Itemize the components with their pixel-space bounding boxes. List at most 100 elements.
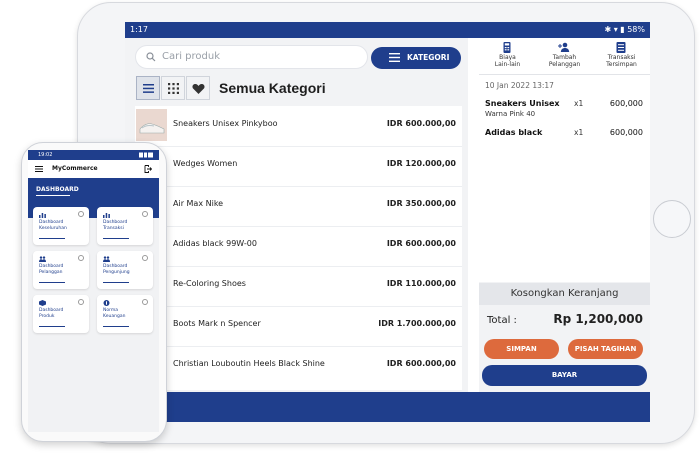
product-list: Sneakers Unisex Pinkyboo IDR 600.000,00 … xyxy=(135,106,462,390)
card-norma-keuangan[interactable]: Norma Keuangan xyxy=(97,295,153,333)
product-name: Wedges Women xyxy=(173,159,238,168)
status-bar: 1:17 ✱ ▾ ▮ 58% xyxy=(125,22,650,38)
cart-item-name: Sneakers Unisex xyxy=(485,99,560,108)
info-icon[interactable] xyxy=(142,255,148,261)
pay-button[interactable]: BAYAR xyxy=(482,365,647,386)
product-price: IDR 600.000,00 xyxy=(386,359,456,368)
card-label-line2: Produk xyxy=(39,314,55,319)
product-row[interactable]: Boots Mark n Spencer IDR 1.700.000,00 xyxy=(135,306,462,347)
calculator-icon xyxy=(503,42,511,53)
menu-icon xyxy=(389,53,400,62)
card-dashboard-pelanggan[interactable]: Dashboard Pelanggan xyxy=(33,251,89,289)
cart-items: 10 Jan 2022 13:17 Sneakers Unisex Warna … xyxy=(479,75,650,282)
saved-list-icon xyxy=(616,42,626,53)
product-row[interactable]: Air Max Nike IDR 350.000,00 xyxy=(135,186,462,227)
card-label-line1: Norma xyxy=(103,308,119,313)
add-user-icon xyxy=(558,42,570,52)
favorites-toggle[interactable] xyxy=(186,76,210,100)
logout-icon[interactable] xyxy=(144,165,152,173)
info-icon[interactable] xyxy=(142,299,148,305)
card-label-line1: Dashboard xyxy=(39,264,64,269)
product-name: Adidas black 99W-00 xyxy=(173,239,257,248)
product-price: IDR 600.000,00 xyxy=(386,119,456,128)
tab-label-line2: Tersimpan xyxy=(606,61,637,68)
card-underline xyxy=(103,325,129,327)
product-row[interactable]: Wedges Women IDR 120.000,00 xyxy=(135,146,462,187)
cart-item-qty: x1 xyxy=(574,99,584,108)
cart-item-qty: x1 xyxy=(574,128,584,137)
product-name: Sneakers Unisex Pinkyboo xyxy=(173,119,278,128)
product-name: Boots Mark n Spencer xyxy=(173,319,261,328)
total-label: Total : xyxy=(487,315,517,326)
coin-icon xyxy=(103,300,110,306)
product-price: IDR 1.700.000,00 xyxy=(378,319,456,328)
card-label-line1: Dashboard xyxy=(103,264,128,269)
search-icon xyxy=(146,52,156,62)
card-label-line2: Pengunjung xyxy=(103,270,130,275)
product-row[interactable]: Sneakers Unisex Pinkyboo IDR 600.000,00 xyxy=(135,106,462,147)
tablet-screen: 1:17 ✱ ▾ ▮ 58% Cari produk KATEGORI Semu… xyxy=(125,22,650,422)
product-price: IDR 600.000,00 xyxy=(386,239,456,248)
clear-cart-button[interactable]: Kosongkan Keranjang xyxy=(479,283,650,305)
product-price: IDR 120.000,00 xyxy=(386,159,456,168)
info-icon[interactable] xyxy=(78,299,84,305)
battery-icon xyxy=(139,152,153,158)
save-button[interactable]: SIMPAN xyxy=(484,339,559,359)
grid-view-toggle[interactable] xyxy=(161,76,185,100)
card-dashboard-transaksi[interactable]: Dashboard Transaksi xyxy=(97,207,153,245)
product-row[interactable]: Adidas black 99W-00 IDR 600.000,00 xyxy=(135,226,462,267)
card-underline xyxy=(103,281,129,283)
product-name: Re-Coloring Shoes xyxy=(173,279,246,288)
product-price: IDR 110.000,00 xyxy=(386,279,456,288)
bottom-bar xyxy=(125,392,650,422)
info-icon[interactable] xyxy=(142,211,148,217)
title-underline xyxy=(36,195,70,196)
tab-label-line1: Transaksi xyxy=(607,54,636,61)
shoe-image xyxy=(136,109,167,141)
tab-transaksi-tersimpan[interactable]: Transaksi Tersimpan xyxy=(593,38,650,75)
info-icon[interactable] xyxy=(78,211,84,217)
dashboard-title: DASHBOARD xyxy=(36,186,79,193)
list-view-toggle[interactable] xyxy=(136,76,160,100)
users-icon xyxy=(103,256,110,262)
box-icon xyxy=(39,300,46,306)
bar-chart-icon xyxy=(103,213,110,218)
card-dashboard-pengunjung[interactable]: Dashboard Pengunjung xyxy=(97,251,153,289)
cart-item-name: Adidas black xyxy=(485,128,543,137)
cart-item-price: 600,000 xyxy=(609,99,643,108)
heart-icon xyxy=(192,84,205,94)
search-input[interactable]: Cari produk xyxy=(135,45,368,69)
status-indicators: ✱ ▾ ▮ 58% xyxy=(604,25,645,34)
product-thumbnail xyxy=(136,109,167,141)
category-title: Semua Kategori xyxy=(219,80,326,96)
card-label-line1: Dashboard xyxy=(103,220,128,225)
tablet-home-button[interactable] xyxy=(653,200,691,238)
card-underline xyxy=(103,237,129,239)
list-icon xyxy=(143,84,154,93)
kategori-label: KATEGORI xyxy=(407,53,450,62)
product-name: Christian Louboutin Heels Black Shine xyxy=(173,359,325,368)
phone-status-bar: 19:02 xyxy=(28,150,159,160)
menu-icon[interactable] xyxy=(35,166,43,172)
app-title: MyCommerce xyxy=(52,165,98,172)
tab-biaya-lain-lain[interactable]: Biaya Lain-lain xyxy=(479,38,537,75)
product-row[interactable]: Christian Louboutin Heels Black Shine ID… xyxy=(135,346,462,386)
card-label-line1: Dashboard xyxy=(39,308,64,313)
split-bill-button[interactable]: PISAH TAGIHAN xyxy=(568,339,643,359)
phone-status-time: 19:02 xyxy=(38,152,53,158)
cart-date: 10 Jan 2022 13:17 xyxy=(485,81,554,90)
tab-tambah-pelanggan[interactable]: Tambah Pelanggan xyxy=(536,38,594,75)
tab-label-line1: Biaya xyxy=(499,54,516,61)
phone-app-bar: MyCommerce xyxy=(28,160,159,178)
card-label-line2: Keuangan xyxy=(103,314,126,319)
tab-label-line2: Lain-lain xyxy=(494,61,521,68)
kategori-button[interactable]: KATEGORI xyxy=(371,47,461,69)
phone-screen: 19:02 MyCommerce DASHBOARD Dashboard Kese… xyxy=(28,150,159,432)
card-label-line2: Pelanggan xyxy=(39,270,63,275)
card-underline xyxy=(39,325,65,327)
info-icon[interactable] xyxy=(78,255,84,261)
product-price: IDR 350.000,00 xyxy=(386,199,456,208)
card-dashboard-produk[interactable]: Dashboard Produk xyxy=(33,295,89,333)
product-row[interactable]: Re-Coloring Shoes IDR 110.000,00 xyxy=(135,266,462,307)
card-dashboard-keseluruhan[interactable]: Dashboard Keseluruhan xyxy=(33,207,89,245)
